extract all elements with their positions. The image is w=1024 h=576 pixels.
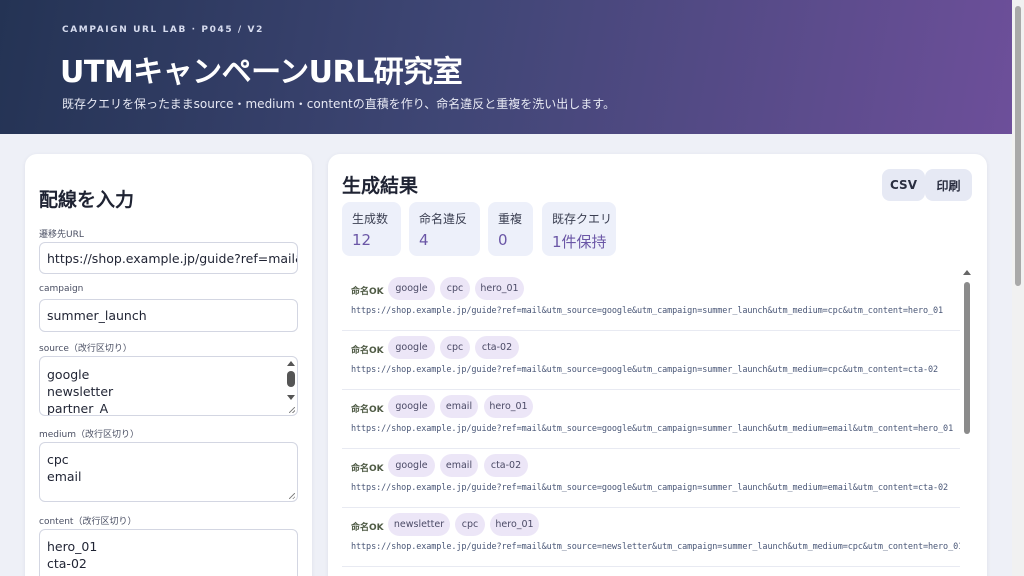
medium-chip: cpc — [440, 336, 470, 359]
generated-url[interactable]: https://shop.example.jp/guide?ref=mail&u… — [351, 542, 960, 552]
content-chip: cta-02 — [484, 454, 528, 477]
results-panel: 生成結果 CSV 印刷 生成数 12 命名違反 4 重複 0 既存クエリ 1件保… — [328, 154, 987, 576]
generated-url[interactable]: https://shop.example.jp/guide?ref=mail&u… — [351, 424, 953, 434]
medium-chip: cpc — [440, 277, 470, 300]
source-line: google — [47, 367, 90, 382]
medium-textarea[interactable]: cpc email — [39, 442, 298, 502]
campaign-label: campaign — [39, 284, 84, 294]
campaign-input[interactable]: summer_launch — [39, 299, 298, 332]
source-label: source（改行区切り） — [39, 344, 132, 354]
naming-status: 命名OK — [351, 346, 384, 356]
content-line: cta-02 — [47, 556, 87, 571]
stat-value: 0 — [498, 231, 508, 249]
medium-chip: cpc — [455, 513, 485, 536]
content-line: hero_01 — [47, 539, 98, 554]
page-scrollbar[interactable] — [1012, 0, 1024, 576]
source-chip: google — [388, 336, 435, 359]
source-line: partner_A — [47, 401, 109, 416]
naming-status: 命名OK — [351, 287, 384, 297]
source-chip: google — [388, 395, 435, 418]
result-row[interactable]: 命名OK newsletter cpc hero_01 https://shop… — [342, 508, 960, 567]
stat-naming-violations: 命名違反 4 — [409, 202, 480, 256]
page-scroll-thumb[interactable] — [1015, 6, 1021, 286]
stat-generated: 生成数 12 — [342, 202, 401, 256]
results-list: 命名OK google cpc hero_01 https://shop.exa… — [342, 272, 960, 576]
scroll-up-arrow-icon[interactable] — [287, 361, 295, 366]
stat-value: 4 — [419, 231, 429, 249]
stat-value: 1件保持 — [552, 233, 607, 251]
resize-grip-icon[interactable] — [289, 407, 295, 413]
source-textarea[interactable]: google newsletter partner_A — [39, 356, 298, 416]
generated-url[interactable]: https://shop.example.jp/guide?ref=mail&u… — [351, 365, 938, 375]
stat-existing-query: 既存クエリ 1件保持 — [542, 202, 616, 256]
stat-key: 命名違反 — [419, 212, 468, 226]
csv-button[interactable]: CSV — [882, 169, 925, 201]
result-row[interactable]: 命名OK google email hero_01 https://shop.e… — [342, 390, 960, 449]
content-chip: cta-02 — [475, 336, 519, 359]
stat-key: 既存クエリ — [552, 212, 613, 226]
generated-url[interactable]: https://shop.example.jp/guide?ref=mail&u… — [351, 306, 943, 316]
eyebrow-label: CAMPAIGN URL LAB · P045 / V2 — [62, 25, 264, 35]
stat-value: 12 — [352, 231, 372, 249]
medium-label: medium（改行区切り） — [39, 430, 139, 440]
naming-status: 命名OK — [351, 405, 384, 415]
stat-key: 重複 — [498, 212, 523, 226]
content-chip: hero_01 — [490, 513, 539, 536]
stat-key: 生成数 — [352, 212, 389, 226]
content-label: content（改行区切り） — [39, 517, 137, 527]
result-row[interactable]: 命名OK google cpc hero_01 https://shop.exa… — [342, 272, 960, 331]
stat-duplicates: 重複 0 — [488, 202, 533, 256]
naming-status: 命名OK — [351, 523, 384, 533]
hero-header: CAMPAIGN URL LAB · P045 / V2 UTMキャンペーンUR… — [0, 0, 1012, 134]
dest-url-label: 遷移先URL — [39, 230, 84, 240]
scroll-thumb[interactable] — [964, 282, 970, 434]
source-line: newsletter — [47, 384, 114, 399]
resize-grip-icon[interactable] — [289, 493, 295, 499]
scroll-up-arrow-icon[interactable] — [963, 270, 971, 275]
source-chip: google — [388, 277, 435, 300]
content-textarea[interactable]: hero_01 cta-02 — [39, 529, 298, 576]
medium-line: email — [47, 469, 82, 484]
input-panel-title: 配線を入力 — [39, 189, 135, 211]
medium-line: cpc — [47, 452, 69, 467]
source-scrollbar[interactable] — [286, 359, 295, 413]
generated-url[interactable]: https://shop.example.jp/guide?ref=mail&u… — [351, 483, 948, 493]
medium-chip: email — [440, 454, 478, 477]
scroll-thumb[interactable] — [287, 371, 295, 387]
content-chip: hero_01 — [484, 395, 533, 418]
input-panel: 配線を入力 遷移先URL https://shop.example.jp/gui… — [25, 154, 312, 576]
scroll-down-arrow-icon[interactable] — [287, 395, 295, 400]
source-chip: google — [388, 454, 435, 477]
results-title: 生成結果 — [342, 175, 419, 197]
source-chip: newsletter — [388, 513, 450, 536]
naming-status: 命名OK — [351, 464, 384, 474]
result-row[interactable]: 命名OK google cpc cta-02 https://shop.exam… — [342, 331, 960, 390]
results-scrollbar[interactable] — [962, 268, 972, 438]
content-chip: hero_01 — [475, 277, 524, 300]
result-row[interactable]: 命名OK google email cta-02 https://shop.ex… — [342, 449, 960, 508]
page-title: UTMキャンペーンURL研究室 — [60, 55, 463, 90]
dest-url-input[interactable]: https://shop.example.jp/guide?ref=mail&u… — [39, 242, 298, 274]
page-subtitle: 既存クエリを保ったままsource・medium・contentの直積を作り、命… — [62, 97, 616, 111]
print-button[interactable]: 印刷 — [925, 169, 972, 201]
medium-chip: email — [440, 395, 478, 418]
